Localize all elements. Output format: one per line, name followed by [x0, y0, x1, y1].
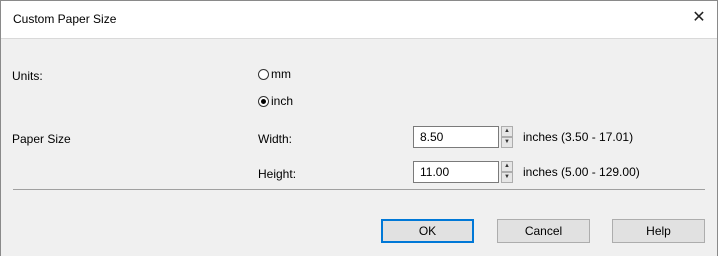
- radio-mm-indicator[interactable]: [258, 68, 269, 80]
- height-input[interactable]: 11.00: [413, 161, 499, 183]
- width-control: 8.50 ▲ ▼ inches (3.50 - 17.01): [413, 126, 633, 148]
- height-label: Height:: [258, 167, 297, 181]
- custom-paper-size-dialog: Custom Paper Size ✕ Units: mm inch Paper…: [0, 0, 718, 256]
- width-label: Width:: [258, 132, 293, 146]
- units-mm-radio[interactable]: mm: [258, 67, 291, 81]
- units-mm-label[interactable]: mm: [271, 67, 291, 81]
- width-range: inches (3.50 - 17.01): [523, 130, 634, 144]
- radio-inch-indicator[interactable]: [258, 95, 269, 107]
- height-spinner[interactable]: ▲ ▼: [501, 161, 513, 183]
- spin-down-icon[interactable]: ▼: [501, 172, 513, 183]
- width-spinner[interactable]: ▲ ▼: [501, 126, 513, 148]
- paper-size-label: Paper Size: [12, 132, 71, 146]
- spin-up-icon[interactable]: ▲: [501, 126, 513, 137]
- width-input[interactable]: 8.50: [413, 126, 499, 148]
- close-icon[interactable]: ✕: [687, 6, 711, 30]
- ok-button[interactable]: OK: [381, 219, 474, 243]
- divider: [13, 189, 705, 190]
- units-inch-label[interactable]: inch: [271, 94, 293, 108]
- units-label: Units:: [12, 69, 43, 83]
- spin-up-icon[interactable]: ▲: [501, 161, 513, 172]
- title-bar: Custom Paper Size ✕: [1, 1, 717, 37]
- cancel-button[interactable]: Cancel: [497, 219, 590, 243]
- units-inch-radio[interactable]: inch: [258, 94, 293, 108]
- height-control: 11.00 ▲ ▼ inches (5.00 - 129.00): [413, 161, 640, 183]
- dialog-body: Units: mm inch Paper Size Width: 8.50 ▲ …: [1, 38, 717, 256]
- spin-down-icon[interactable]: ▼: [501, 137, 513, 148]
- help-button[interactable]: Help: [612, 219, 705, 243]
- dialog-title: Custom Paper Size: [13, 12, 117, 26]
- height-range: inches (5.00 - 129.00): [523, 165, 640, 179]
